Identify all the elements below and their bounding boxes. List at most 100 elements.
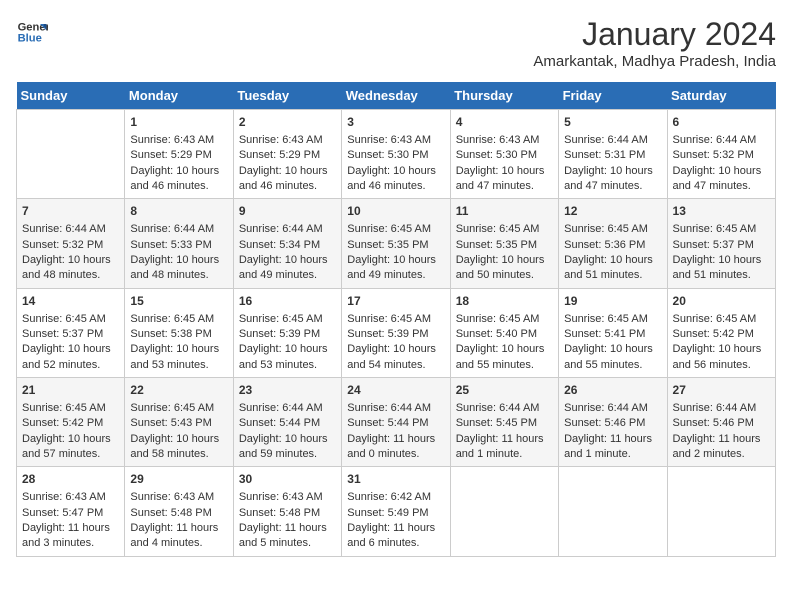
calendar-cell: 11Sunrise: 6:45 AMSunset: 5:35 PMDayligh… — [450, 199, 558, 288]
day-info: and 46 minutes. — [130, 179, 227, 194]
column-header-thursday: Thursday — [450, 82, 558, 110]
day-info: Daylight: 10 hours — [673, 342, 770, 357]
day-info: Sunrise: 6:43 AM — [456, 133, 553, 148]
day-info: Sunset: 5:38 PM — [130, 327, 227, 342]
day-info: Sunrise: 6:44 AM — [673, 133, 770, 148]
calendar-cell: 29Sunrise: 6:43 AMSunset: 5:48 PMDayligh… — [125, 467, 233, 556]
calendar-cell: 16Sunrise: 6:45 AMSunset: 5:39 PMDayligh… — [233, 288, 341, 377]
day-number: 21 — [22, 382, 119, 399]
day-info: and 3 minutes. — [22, 536, 119, 551]
day-info: Sunset: 5:29 PM — [130, 148, 227, 163]
day-info: Daylight: 10 hours — [239, 253, 336, 268]
week-row-5: 28Sunrise: 6:43 AMSunset: 5:47 PMDayligh… — [17, 467, 776, 556]
calendar-cell: 10Sunrise: 6:45 AMSunset: 5:35 PMDayligh… — [342, 199, 450, 288]
day-info: and 59 minutes. — [239, 447, 336, 462]
day-info: and 2 minutes. — [673, 447, 770, 462]
calendar-cell: 31Sunrise: 6:42 AMSunset: 5:49 PMDayligh… — [342, 467, 450, 556]
day-info: Daylight: 11 hours — [22, 521, 119, 536]
day-number: 27 — [673, 382, 770, 399]
logo-icon: General Blue — [16, 16, 48, 48]
day-info: and 53 minutes. — [239, 358, 336, 373]
calendar-cell: 3Sunrise: 6:43 AMSunset: 5:30 PMDaylight… — [342, 110, 450, 199]
day-info: and 47 minutes. — [456, 179, 553, 194]
day-info: Sunset: 5:35 PM — [456, 238, 553, 253]
day-number: 28 — [22, 471, 119, 488]
day-info: Daylight: 10 hours — [456, 253, 553, 268]
column-header-monday: Monday — [125, 82, 233, 110]
day-info: Sunset: 5:31 PM — [564, 148, 661, 163]
day-info: Sunset: 5:30 PM — [347, 148, 444, 163]
day-number: 29 — [130, 471, 227, 488]
week-row-2: 7Sunrise: 6:44 AMSunset: 5:32 PMDaylight… — [17, 199, 776, 288]
day-info: Sunset: 5:33 PM — [130, 238, 227, 253]
day-number: 3 — [347, 114, 444, 131]
day-number: 30 — [239, 471, 336, 488]
day-info: Daylight: 11 hours — [130, 521, 227, 536]
calendar-cell: 27Sunrise: 6:44 AMSunset: 5:46 PMDayligh… — [667, 378, 775, 467]
day-info: Daylight: 11 hours — [456, 432, 553, 447]
calendar-cell: 22Sunrise: 6:45 AMSunset: 5:43 PMDayligh… — [125, 378, 233, 467]
calendar-cell: 9Sunrise: 6:44 AMSunset: 5:34 PMDaylight… — [233, 199, 341, 288]
day-info: Sunrise: 6:43 AM — [239, 133, 336, 148]
day-number: 19 — [564, 293, 661, 310]
day-info: Daylight: 11 hours — [347, 521, 444, 536]
day-number: 14 — [22, 293, 119, 310]
calendar-cell: 26Sunrise: 6:44 AMSunset: 5:46 PMDayligh… — [559, 378, 667, 467]
day-number: 6 — [673, 114, 770, 131]
day-info: Sunrise: 6:43 AM — [130, 490, 227, 505]
day-number: 2 — [239, 114, 336, 131]
day-info: Sunrise: 6:45 AM — [130, 312, 227, 327]
calendar-cell: 25Sunrise: 6:44 AMSunset: 5:45 PMDayligh… — [450, 378, 558, 467]
day-info: Daylight: 10 hours — [239, 342, 336, 357]
logo: General Blue — [16, 16, 48, 48]
day-info: Daylight: 10 hours — [347, 253, 444, 268]
page-header: General Blue January 2024 Amarkantak, Ma… — [16, 16, 776, 70]
day-info: Daylight: 11 hours — [347, 432, 444, 447]
day-number: 17 — [347, 293, 444, 310]
calendar-cell — [667, 467, 775, 556]
day-info: Sunrise: 6:45 AM — [347, 222, 444, 237]
day-number: 12 — [564, 203, 661, 220]
day-info: Daylight: 11 hours — [564, 432, 661, 447]
day-info: Sunrise: 6:44 AM — [673, 401, 770, 416]
column-header-saturday: Saturday — [667, 82, 775, 110]
day-info: and 51 minutes. — [673, 268, 770, 283]
day-number: 16 — [239, 293, 336, 310]
day-info: Sunrise: 6:45 AM — [22, 312, 119, 327]
day-number: 20 — [673, 293, 770, 310]
day-number: 24 — [347, 382, 444, 399]
calendar-table: SundayMondayTuesdayWednesdayThursdayFrid… — [16, 82, 776, 557]
day-number: 13 — [673, 203, 770, 220]
day-info: Sunset: 5:46 PM — [564, 416, 661, 431]
day-info: Sunset: 5:35 PM — [347, 238, 444, 253]
day-info: Sunset: 5:46 PM — [673, 416, 770, 431]
calendar-cell: 17Sunrise: 6:45 AMSunset: 5:39 PMDayligh… — [342, 288, 450, 377]
day-info: Sunrise: 6:42 AM — [347, 490, 444, 505]
day-info: Daylight: 10 hours — [347, 164, 444, 179]
day-info: and 49 minutes. — [347, 268, 444, 283]
day-info: Sunrise: 6:45 AM — [564, 222, 661, 237]
day-info: and 52 minutes. — [22, 358, 119, 373]
day-info: and 1 minute. — [456, 447, 553, 462]
day-info: Sunrise: 6:43 AM — [239, 490, 336, 505]
day-info: Sunset: 5:39 PM — [347, 327, 444, 342]
day-info: and 51 minutes. — [564, 268, 661, 283]
day-info: Sunset: 5:37 PM — [673, 238, 770, 253]
day-info: and 49 minutes. — [239, 268, 336, 283]
calendar-cell: 20Sunrise: 6:45 AMSunset: 5:42 PMDayligh… — [667, 288, 775, 377]
day-info: Sunset: 5:42 PM — [22, 416, 119, 431]
day-info: Sunrise: 6:44 AM — [564, 401, 661, 416]
day-info: Sunrise: 6:44 AM — [130, 222, 227, 237]
day-info: and 48 minutes. — [130, 268, 227, 283]
day-info: Sunset: 5:34 PM — [239, 238, 336, 253]
calendar-cell: 8Sunrise: 6:44 AMSunset: 5:33 PMDaylight… — [125, 199, 233, 288]
calendar-cell: 1Sunrise: 6:43 AMSunset: 5:29 PMDaylight… — [125, 110, 233, 199]
day-number: 22 — [130, 382, 227, 399]
calendar-cell: 21Sunrise: 6:45 AMSunset: 5:42 PMDayligh… — [17, 378, 125, 467]
calendar-cell — [450, 467, 558, 556]
day-info: Sunset: 5:36 PM — [564, 238, 661, 253]
calendar-cell: 5Sunrise: 6:44 AMSunset: 5:31 PMDaylight… — [559, 110, 667, 199]
day-number: 31 — [347, 471, 444, 488]
day-number: 15 — [130, 293, 227, 310]
day-number: 9 — [239, 203, 336, 220]
